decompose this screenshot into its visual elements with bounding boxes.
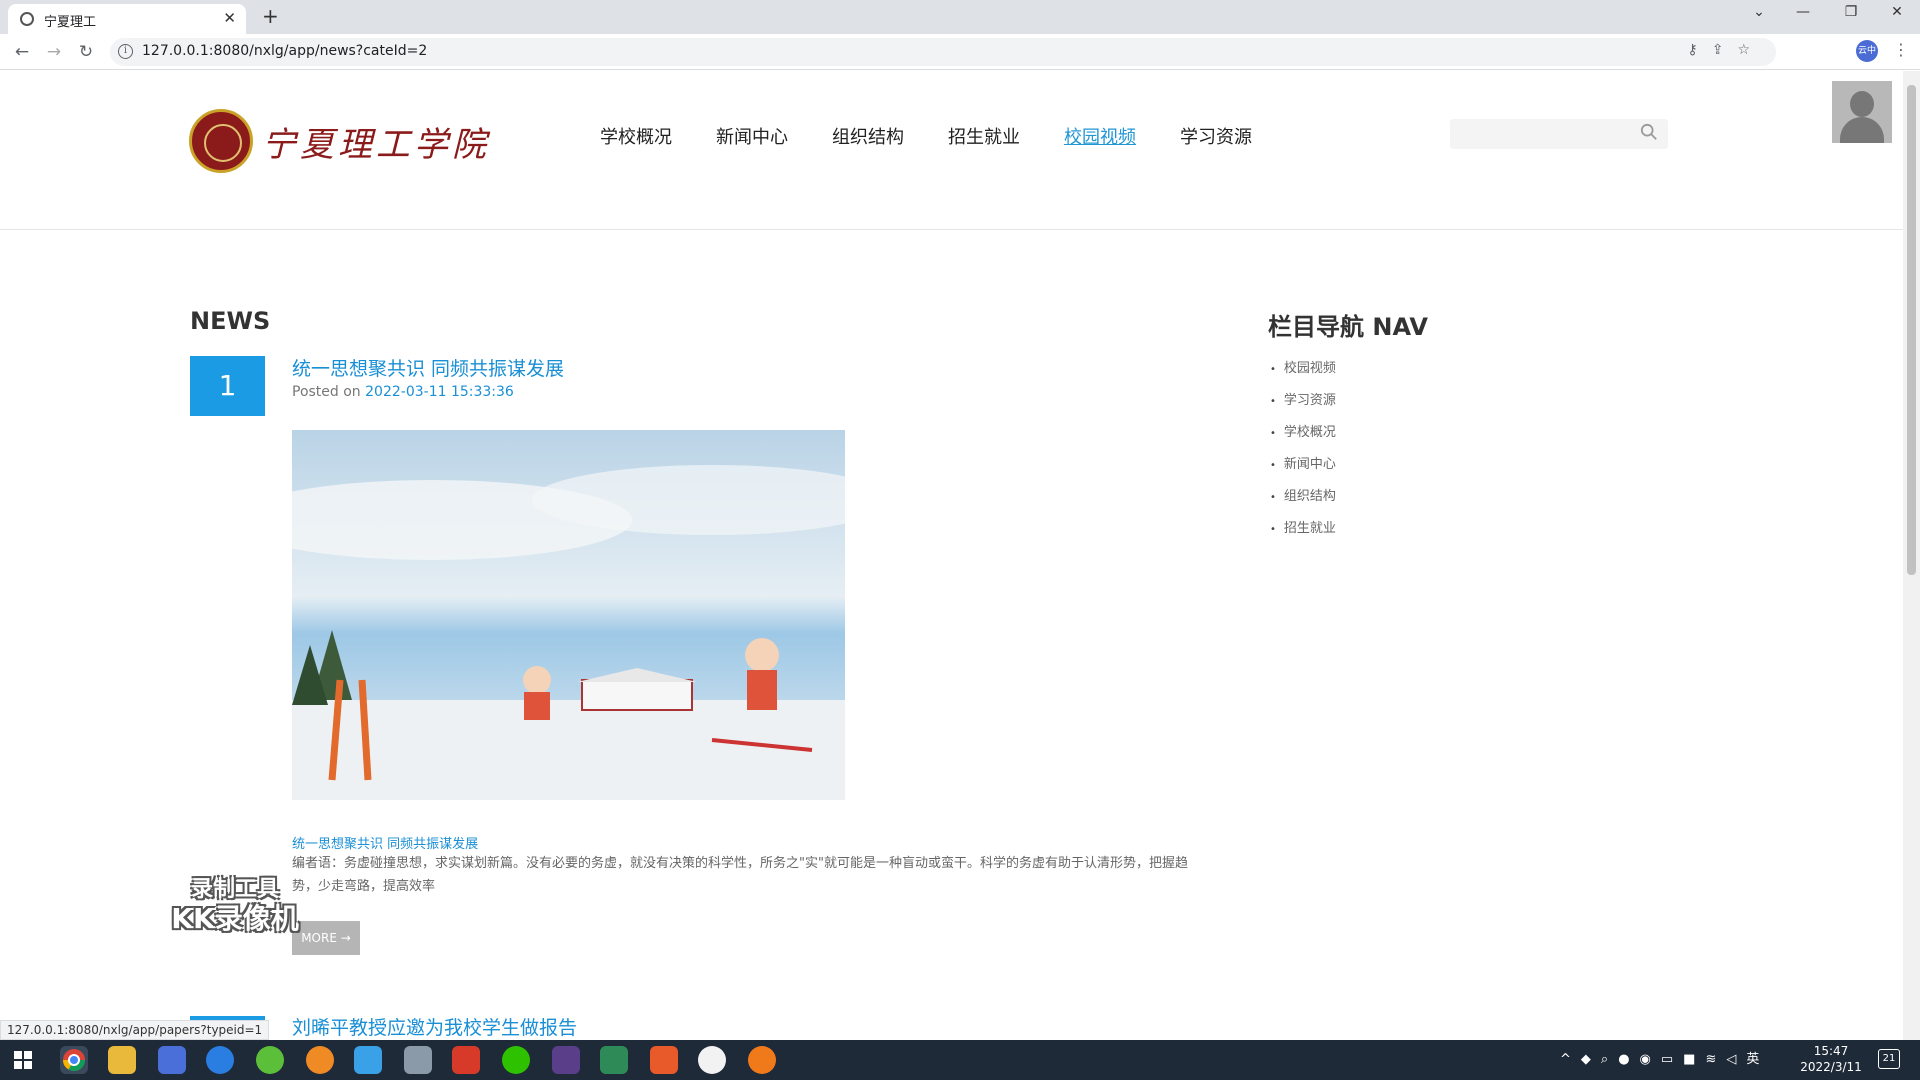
sidebar-item-resources[interactable]: 学习资源 bbox=[1270, 385, 1336, 417]
sidebar-item-overview[interactable]: 学校概况 bbox=[1270, 417, 1336, 449]
nav-item-news[interactable]: 新闻中心 bbox=[716, 123, 788, 153]
notepad-app-icon[interactable] bbox=[600, 1046, 628, 1074]
posted-prefix: Posted on bbox=[292, 384, 361, 400]
tray-qq-icon[interactable]: ◉ bbox=[1640, 1052, 1661, 1067]
watermark-line-2: KK录像机 bbox=[171, 902, 299, 935]
tray-app-icon[interactable]: ■ bbox=[1683, 1052, 1705, 1067]
article-posted: Posted on 2022-03-11 15:33:36 bbox=[292, 384, 514, 400]
green-app-icon[interactable] bbox=[256, 1046, 284, 1074]
avatar-app-icon[interactable] bbox=[698, 1046, 726, 1074]
tray-wechat-icon[interactable]: ● bbox=[1618, 1052, 1639, 1067]
system-tray[interactable]: ^◆⌕●◉▭■≋◁英 bbox=[1560, 1048, 1769, 1067]
wps-app-icon[interactable] bbox=[452, 1046, 480, 1074]
browser-tab-bar: 宁夏理工 ✕ + ⌄ — ❐ ✕ bbox=[0, 0, 1920, 34]
info-icon[interactable]: i bbox=[118, 44, 133, 59]
sidebar-nav: 校园视频 学习资源 学校概况 新闻中心 组织结构 招生就业 bbox=[1270, 353, 1336, 545]
tab-search-icon[interactable]: ⌄ bbox=[1744, 4, 1774, 28]
nav-item-resources[interactable]: 学习资源 bbox=[1180, 123, 1252, 153]
share-icon[interactable]: ⇪ bbox=[1712, 42, 1738, 58]
media-app-icon[interactable] bbox=[650, 1046, 678, 1074]
sidebar-item-news[interactable]: 新闻中心 bbox=[1270, 449, 1336, 481]
nav-item-organization[interactable]: 组织结构 bbox=[832, 123, 904, 153]
avatar-body bbox=[1840, 117, 1884, 143]
tray-search-icon[interactable]: ⌕ bbox=[1601, 1052, 1618, 1067]
web-page: 宁夏理工学院 学校概况 新闻中心 组织结构 招生就业 校园视频 学习资源 NEW… bbox=[0, 71, 1903, 1040]
photos-app-icon[interactable] bbox=[158, 1046, 186, 1074]
main-nav: 学校概况 新闻中心 组织结构 招生就业 校园视频 学习资源 bbox=[600, 123, 1252, 153]
site-logo-text[interactable]: 宁夏理工学院 bbox=[262, 117, 490, 166]
search-input[interactable] bbox=[1450, 119, 1668, 149]
article-number-badge: 1 bbox=[190, 356, 265, 416]
browser-tab[interactable]: 宁夏理工 ✕ bbox=[8, 4, 246, 34]
omnibox-actions[interactable]: ⚷⇪☆ bbox=[1687, 42, 1764, 58]
clock-time: 15:47 bbox=[1813, 1044, 1849, 1058]
posted-date[interactable]: 2022-03-11 15:33:36 bbox=[365, 384, 514, 400]
excerpt-body: 编者语：务虚碰撞思想，求实谋划新篇。没有必要的务虚，就没有决策的科学性，所务之"… bbox=[292, 856, 1188, 894]
sidebar-item-admissions[interactable]: 招生就业 bbox=[1270, 513, 1336, 545]
tray-shield-icon[interactable]: ◆ bbox=[1581, 1052, 1601, 1067]
windows-taskbar: ^◆⌕●◉▭■≋◁英 15:47 2022/3/11 21 bbox=[0, 1040, 1920, 1080]
profile-avatar[interactable]: 云中 bbox=[1856, 40, 1878, 62]
windows-start-icon[interactable] bbox=[14, 1051, 32, 1069]
status-bar-url: 127.0.0.1:8080/nxlg/app/papers?typeid=1 bbox=[0, 1020, 270, 1040]
menu-icon[interactable]: ⋮ bbox=[1893, 40, 1909, 59]
address-bar[interactable]: i 127.0.0.1:8080/nxlg/app/news?cateId=2 … bbox=[110, 38, 1776, 66]
restore-icon[interactable]: ❐ bbox=[1836, 4, 1866, 28]
remote-app-icon[interactable] bbox=[404, 1046, 432, 1074]
tray-expand-icon[interactable]: ^ bbox=[1560, 1052, 1581, 1067]
back-icon[interactable]: ← bbox=[10, 40, 34, 64]
nav-item-admissions[interactable]: 招生就业 bbox=[948, 123, 1020, 153]
new-tab-icon[interactable]: + bbox=[262, 4, 279, 28]
reload-icon[interactable]: ↻ bbox=[74, 40, 98, 64]
nav-item-overview[interactable]: 学校概况 bbox=[600, 123, 672, 153]
excerpt-title[interactable]: 统一思想聚共识 同频共振谋发展 bbox=[292, 833, 478, 852]
news-heading: NEWS bbox=[190, 307, 271, 335]
sidebar-item-organization[interactable]: 组织结构 bbox=[1270, 481, 1336, 513]
star-icon[interactable]: ☆ bbox=[1737, 42, 1764, 58]
volume-icon[interactable]: ◁ bbox=[1726, 1052, 1746, 1067]
search-app-icon[interactable] bbox=[306, 1046, 334, 1074]
article-title[interactable]: 刘晞平教授应邀为我校学生做报告 bbox=[292, 1013, 577, 1040]
forward-icon[interactable]: → bbox=[42, 40, 66, 64]
article-image[interactable] bbox=[292, 430, 845, 800]
globe-icon bbox=[20, 12, 34, 26]
watermark-line-1: 录制工具 bbox=[190, 877, 279, 902]
file-explorer-icon[interactable] bbox=[108, 1046, 136, 1074]
recorder-app-icon[interactable] bbox=[748, 1046, 776, 1074]
nav-item-campus-video[interactable]: 校园视频 bbox=[1064, 123, 1136, 153]
page-scrollbar[interactable] bbox=[1903, 71, 1920, 1040]
sidebar-heading: 栏目导航 NAV bbox=[1268, 313, 1428, 341]
tab-title: 宁夏理工 bbox=[44, 15, 97, 30]
recorder-watermark: 录制工具 KK录像机 bbox=[160, 877, 310, 935]
tray-battery-icon[interactable]: ▭ bbox=[1661, 1052, 1683, 1067]
game-app-icon[interactable] bbox=[552, 1046, 580, 1074]
winter-illustration bbox=[292, 430, 845, 800]
wifi-icon[interactable]: ≋ bbox=[1705, 1052, 1726, 1067]
cloud-app-icon[interactable] bbox=[354, 1046, 382, 1074]
minimize-icon[interactable]: — bbox=[1788, 4, 1818, 28]
browser-app-icon[interactable] bbox=[206, 1046, 234, 1074]
article-title[interactable]: 统一思想聚共识 同频共振谋发展 bbox=[292, 354, 564, 381]
close-tab-icon[interactable]: ✕ bbox=[223, 9, 236, 27]
clock-date: 2022/3/11 bbox=[1800, 1060, 1862, 1074]
window-close-icon[interactable]: ✕ bbox=[1882, 4, 1912, 28]
avatar-head bbox=[1850, 91, 1874, 117]
search-icon[interactable] bbox=[1640, 123, 1658, 141]
browser-toolbar: ← → ↻ i 127.0.0.1:8080/nxlg/app/news?cat… bbox=[0, 34, 1920, 70]
chrome-app-icon[interactable] bbox=[60, 1046, 88, 1074]
key-icon[interactable]: ⚷ bbox=[1687, 42, 1711, 58]
site-header: 宁夏理工学院 学校概况 新闻中心 组织结构 招生就业 校园视频 学习资源 bbox=[0, 71, 1903, 230]
wechat-app-icon[interactable] bbox=[502, 1046, 530, 1074]
sidebar-item-campus-video[interactable]: 校园视频 bbox=[1270, 353, 1336, 385]
ime-indicator[interactable]: 英 bbox=[1746, 1052, 1769, 1067]
notification-center-icon[interactable]: 21 bbox=[1878, 1049, 1900, 1069]
scroll-thumb[interactable] bbox=[1907, 85, 1916, 575]
url-text: 127.0.0.1:8080/nxlg/app/news?cateId=2 bbox=[142, 43, 428, 59]
taskbar-clock[interactable]: 15:47 2022/3/11 bbox=[1796, 1043, 1866, 1075]
school-seal-icon[interactable] bbox=[189, 109, 253, 173]
user-avatar[interactable] bbox=[1832, 81, 1892, 143]
